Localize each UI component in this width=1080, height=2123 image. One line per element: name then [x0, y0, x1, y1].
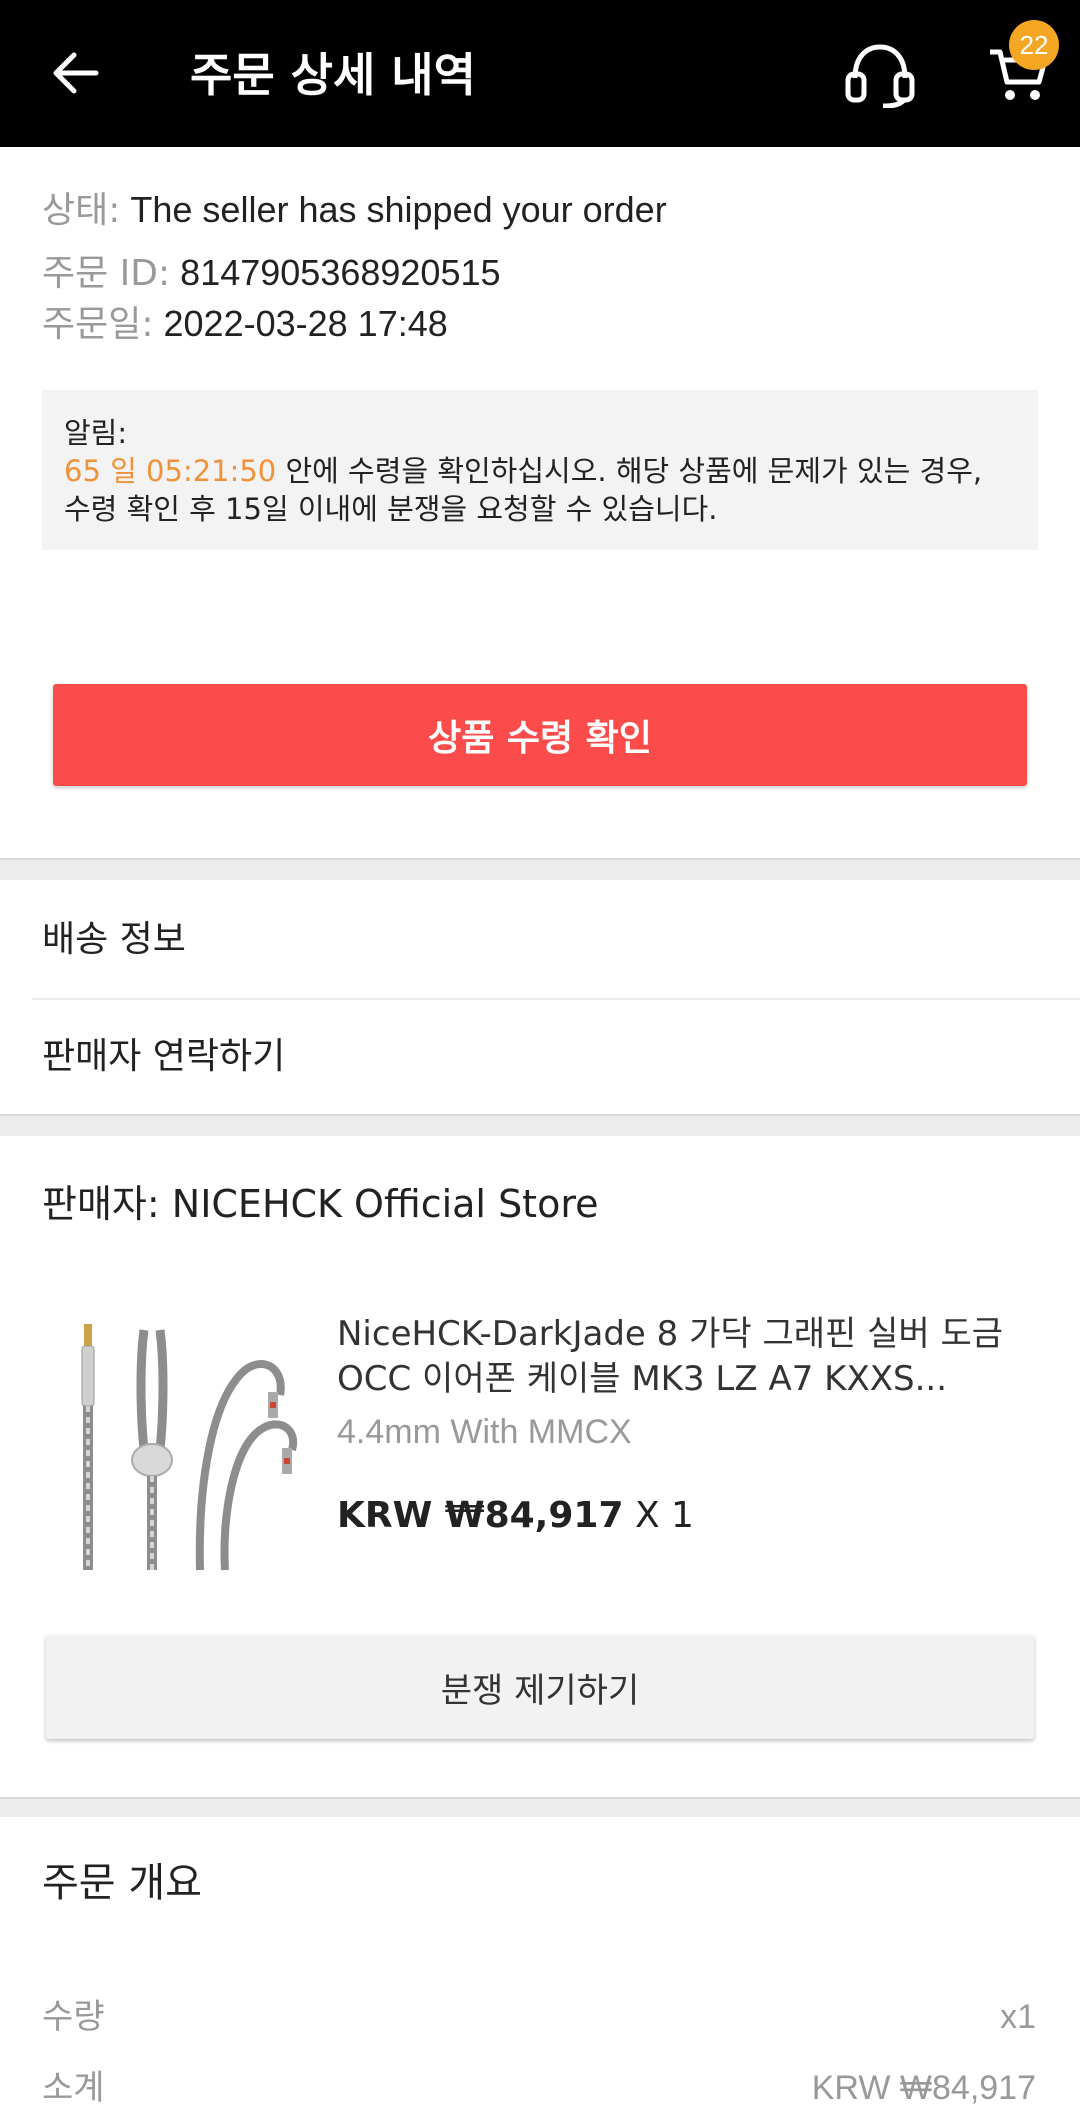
customer-support-button[interactable]: [840, 35, 920, 115]
page-title: 주문 상세 내역: [190, 48, 476, 102]
notice-box: 알림: 65 일 05:21:50 안에 수령을 확인하십시오. 해당 상품에 …: [42, 390, 1038, 550]
headset-icon: [845, 44, 915, 108]
product-title-line-2: OCC 이어폰 케이블 MK3 LZ A7 KXXS...: [337, 1359, 948, 1399]
cart-count-badge: 22: [1009, 20, 1059, 70]
section-divider: [0, 858, 1080, 880]
countdown-timer: 65 일 05:21:50: [64, 454, 277, 488]
order-summary-title: 주문 개요: [42, 1860, 202, 1906]
product-image[interactable]: [60, 1320, 310, 1580]
product-quantity: X 1: [623, 1495, 694, 1536]
section-divider: [0, 1114, 1080, 1136]
top-app-bar: 주문 상세 내역 22: [0, 0, 1080, 147]
section-divider: [0, 1797, 1080, 1817]
subtotal-label: 소계: [42, 2068, 105, 2108]
notice-text-1: 안에 수령을 확인하십시오. 해당 상품에 문제가 있는 경우,: [276, 454, 983, 488]
order-date-label: 주문일:: [42, 304, 154, 345]
product-price-row: KRW ₩84,917 X 1: [337, 1490, 694, 1542]
earphone-cable-image: [81, 1324, 298, 1571]
back-button[interactable]: [40, 38, 110, 108]
product-variant: 4.4mm With MMCX: [337, 1413, 632, 1451]
product-title-line-1: NiceHCK-DarkJade 8 가닥 그래핀 실버 도금: [337, 1314, 1004, 1354]
order-date-row: 주문일: 2022-03-28 17:48: [42, 300, 448, 349]
row-separator: [32, 998, 1080, 1000]
order-id-label: 주문 ID:: [42, 253, 171, 294]
quantity-label: 수량: [42, 1997, 105, 2037]
open-dispute-button[interactable]: 분쟁 제기하기: [46, 1635, 1034, 1739]
order-id-row: 주문 ID: 8147905368920515: [42, 249, 501, 298]
quantity-value: x1: [1000, 1998, 1036, 2036]
arrow-left-icon: [53, 52, 99, 94]
order-date-value: 2022-03-28 17:48: [163, 303, 448, 344]
notice-label: 알림:: [64, 416, 128, 450]
notice-line-2: 수령 확인 후 15일 이내에 분쟁을 요청할 수 있습니다.: [64, 492, 718, 526]
contact-seller-row[interactable]: 판매자 연락하기: [42, 1033, 285, 1081]
confirm-receipt-button[interactable]: 상품 수령 확인: [53, 684, 1027, 786]
status-value: The seller has shipped your order: [130, 189, 667, 230]
order-status-row: 상태: The seller has shipped your order: [42, 186, 667, 235]
subtotal-value: KRW ₩84,917: [811, 2069, 1036, 2107]
shipping-info-row[interactable]: 배송 정보: [42, 916, 186, 964]
product-title[interactable]: NiceHCK-DarkJade 8 가닥 그래핀 실버 도금 OCC 이어폰 …: [337, 1312, 1047, 1402]
order-id-value[interactable]: 8147905368920515: [180, 252, 500, 293]
notice-line-1: 65 일 05:21:50 안에 수령을 확인하십시오. 해당 상품에 문제가 …: [64, 452, 1016, 490]
status-label: 상태:: [42, 190, 121, 231]
product-price: KRW ₩84,917: [337, 1495, 624, 1536]
seller-name[interactable]: 판매자: NICEHCK Official Store: [42, 1178, 599, 1230]
